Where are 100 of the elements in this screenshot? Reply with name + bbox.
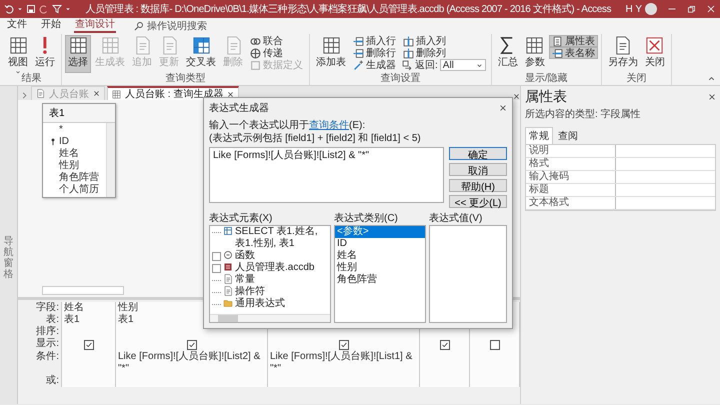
- document-icon: [223, 286, 233, 296]
- window-title: 人员管理表 : 数据库- D:\OneDrive\0B\1.媒体三种形态\人事档案狂飙\人员管理表.accdb (Access 2007 - 2016 文件格式) - Access: [84, 2, 612, 16]
- check-icon: [84, 340, 92, 348]
- expression-field[interactable]: Like [Forms]![人员台账]![List2] & "*": [209, 147, 444, 203]
- close-icon[interactable]: [708, 93, 716, 101]
- checkbox[interactable]: [84, 340, 94, 350]
- ribbon-button[interactable]: 汇总: [494, 35, 521, 73]
- search-field[interactable]: 操作说明搜索: [147, 20, 237, 32]
- list-item[interactable]: 角色阵营: [335, 274, 425, 286]
- ribbon-button[interactable]: 插入行: [350, 35, 399, 47]
- field-item[interactable]: *: [43, 124, 106, 136]
- ribbon-button[interactable]: 参数: [522, 35, 548, 73]
- redo-icon: [39, 4, 49, 14]
- field-item[interactable]: ID: [43, 136, 106, 148]
- function-icon: [223, 250, 233, 260]
- dialog-button[interactable]: 帮助(H): [449, 179, 507, 192]
- ribbon-button[interactable]: 删除列: [400, 47, 488, 59]
- property-tab[interactable]: 常规: [525, 127, 553, 144]
- ribbon-button[interactable]: 插入列: [400, 35, 488, 47]
- restore-icon[interactable]: [687, 4, 696, 14]
- scrollbar[interactable]: [42, 286, 124, 295]
- check-icon: [188, 340, 196, 348]
- tree-item[interactable]: SELECT 表1.姓名, 表1.性别, 表1: [210, 226, 330, 250]
- close-icon[interactable]: [93, 90, 100, 97]
- list-item[interactable]: ID: [335, 238, 425, 250]
- close-icon[interactable]: [227, 90, 234, 98]
- list-item[interactable]: 性别: [335, 262, 425, 274]
- tree-item[interactable]: 人员管理表.accdb: [210, 262, 330, 274]
- ribbon-button[interactable]: 关闭: [642, 35, 668, 73]
- selection-type-text: 所选内容的类型: 字段属性: [525, 108, 642, 121]
- close-icon[interactable]: [499, 104, 507, 112]
- grid-cell[interactable]: Like [Forms]![人员台账]![List1] & "*": [268, 351, 420, 375]
- row-label: 显示:: [18, 338, 62, 351]
- link[interactable]: 查询条件: [309, 120, 349, 131]
- property-tab[interactable]: 查阅: [554, 127, 582, 144]
- rings-icon: [250, 36, 261, 46]
- row-label: 或:: [18, 375, 62, 387]
- list-label: 表达式值(V): [429, 212, 484, 225]
- field-item[interactable]: 角色阵营: [43, 172, 106, 184]
- group-label: 查询设置: [379, 73, 422, 85]
- tree-item[interactable]: 常量: [210, 274, 330, 286]
- ribbon-button[interactable]: 删除行: [350, 47, 399, 59]
- property-label: 输入掩码: [526, 171, 616, 183]
- checkbox[interactable]: [490, 340, 500, 350]
- field-item[interactable]: 个人简历: [43, 184, 106, 196]
- field-item[interactable]: 性别: [43, 160, 106, 172]
- wand-icon: [353, 60, 364, 70]
- grid-cell[interactable]: 表1: [62, 314, 116, 326]
- document-icon: [223, 274, 233, 284]
- ribbon-button[interactable]: 交叉表: [183, 35, 219, 73]
- document-icon: [36, 89, 45, 98]
- menu-tab[interactable]: 文件: [6, 19, 28, 33]
- ribbon-button[interactable]: 联合: [247, 35, 306, 47]
- ribbon-button[interactable]: 传递: [247, 47, 306, 59]
- check-icon: [340, 340, 348, 348]
- dialog-button[interactable]: 确定: [449, 147, 507, 160]
- caret-icon[interactable]: [707, 74, 716, 83]
- ribbon-button[interactable]: 属性表: [548, 35, 598, 47]
- search-icon: [134, 21, 144, 31]
- grid-cell[interactable]: Like [Forms]![人员台账]![List2] & "*": [116, 351, 268, 375]
- navigation-pane-label[interactable]: 导航窗格: [4, 236, 14, 404]
- menu-tab[interactable]: 开始: [40, 19, 62, 33]
- table-icon: [100, 36, 120, 55]
- scrollbar[interactable]: [210, 314, 330, 322]
- checkbox[interactable]: [440, 340, 450, 350]
- tree-item[interactable]: 函数: [210, 250, 330, 262]
- dialog-button[interactable]: << 更少(L): [449, 195, 507, 208]
- field-item[interactable]: 姓名: [43, 148, 106, 160]
- property-label: 格式: [526, 158, 616, 170]
- caret-icon: [65, 6, 71, 12]
- grid-cell[interactable]: 姓名: [62, 302, 116, 314]
- ribbon-button[interactable]: 运行: [32, 35, 58, 73]
- avatar[interactable]: [645, 3, 657, 15]
- save-icon: [26, 4, 36, 14]
- property-label: 标题: [526, 184, 616, 196]
- return-icon: [402, 60, 413, 70]
- ribbon-button[interactable]: 生成器: [350, 59, 399, 71]
- list-item[interactable]: 姓名: [335, 250, 425, 262]
- list-item[interactable]: <参数>: [335, 226, 425, 238]
- row-label: 条件:: [18, 351, 62, 375]
- chevron-icon[interactable]: [20, 91, 29, 100]
- ribbon-button[interactable]: 另存为: [604, 35, 641, 73]
- ribbon-button[interactable]: 表名称: [548, 47, 598, 59]
- ribbon-button[interactable]: 视图: [5, 35, 31, 73]
- square-icon: [250, 60, 261, 70]
- tree-item[interactable]: 操作符: [210, 286, 330, 298]
- rows-icon: [552, 48, 563, 58]
- return-dropdown[interactable]: All: [440, 59, 486, 71]
- scrollbar[interactable]: [106, 123, 115, 197]
- globe-icon: [250, 48, 261, 58]
- checkbox[interactable]: [186, 340, 196, 350]
- caret-icon: [17, 6, 23, 12]
- dialog-title: 表达式生成器: [209, 102, 269, 115]
- ribbon-button[interactable]: 选择: [65, 35, 91, 73]
- dialog-button[interactable]: 取消: [449, 163, 507, 176]
- key-icon: [49, 138, 57, 146]
- close-icon[interactable]: [513, 93, 520, 100]
- checkbox[interactable]: [338, 340, 348, 350]
- list-label: 表达式类别(C): [334, 212, 399, 225]
- ribbon-button[interactable]: 添加表: [313, 35, 349, 73]
